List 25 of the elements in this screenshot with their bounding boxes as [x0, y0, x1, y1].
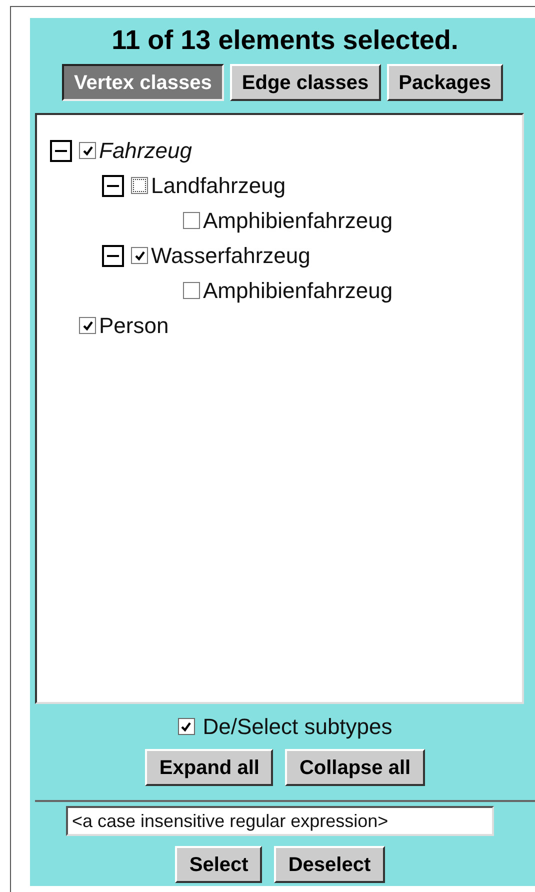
button[interactable]: Select	[175, 846, 262, 883]
selection-count: 11 of 13 elements selected.	[112, 24, 458, 57]
button[interactable]: Collapse all	[285, 749, 425, 786]
collapse-icon[interactable]	[102, 244, 124, 266]
checkbox[interactable]	[79, 317, 96, 334]
checkbox-label: De/Select subtypes	[202, 713, 392, 741]
tree-item-label[interactable]: Amphibienfahrzeug	[203, 278, 393, 304]
tab[interactable]: Edge classes	[230, 64, 381, 101]
button[interactable]: Deselect	[274, 846, 385, 883]
tree-item-label[interactable]: Wasserfahrzeug	[151, 242, 310, 268]
button[interactable]: Expand all	[145, 749, 274, 786]
tab[interactable]: Vertex classes	[62, 64, 224, 101]
tree-item-label[interactable]: Landfahrzeug	[151, 172, 286, 198]
tree-item-label[interactable]: Person	[99, 312, 169, 338]
checkbox[interactable]	[79, 142, 96, 159]
checkbox[interactable]	[178, 718, 195, 735]
regex-input-field[interactable]: <a case insensitive regular expression>	[66, 806, 494, 836]
tree-item-label[interactable]: Amphibienfahrzeug	[203, 208, 393, 234]
checkbox[interactable]	[183, 212, 200, 229]
checkbox[interactable]	[183, 282, 200, 299]
collapse-icon[interactable]	[50, 140, 72, 162]
tab[interactable]: Packages	[386, 64, 503, 101]
checkbox[interactable]	[131, 247, 148, 264]
collapse-icon[interactable]	[102, 174, 124, 196]
tree-item-label[interactable]: Fahrzeug	[99, 138, 192, 164]
